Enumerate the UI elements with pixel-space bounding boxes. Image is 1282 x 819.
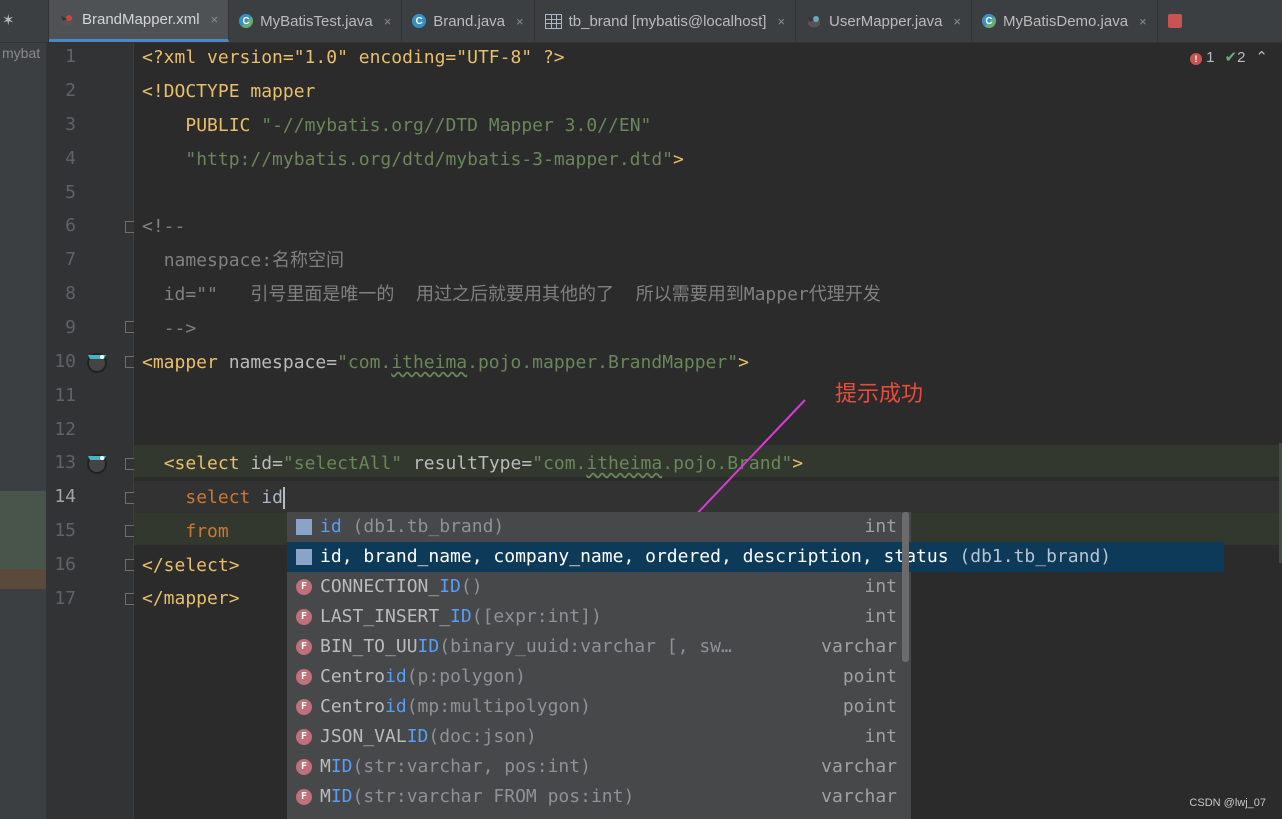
line-number: 16	[54, 554, 76, 575]
completion-type: int	[864, 576, 897, 597]
project-panel: mybat	[0, 43, 46, 819]
code-line-3: PUBLIC "-//mybatis.org//DTD Mapper 3.0//…	[185, 115, 652, 136]
tab-mybatisdemo-java[interactable]: C MyBatisDemo.java ×	[972, 0, 1158, 42]
tab-label: UserMapper.java	[829, 12, 943, 30]
line-number: 6	[65, 215, 76, 236]
tab-brandmapper-xml[interactable]: BrandMapper.xml ×	[49, 0, 230, 42]
line-number: 9	[65, 317, 76, 338]
line-number: 1	[65, 46, 76, 67]
completion-text: id, brand_name, company_name, ordered, d…	[320, 546, 1112, 567]
line-number: 12	[54, 419, 76, 440]
tab-label: MyBatisTest.java	[260, 12, 373, 30]
completion-item[interactable]: F CONNECTION_ID() int	[287, 572, 1224, 602]
close-icon[interactable]: ×	[1139, 14, 1147, 29]
annotation-text: 提示成功	[835, 381, 924, 406]
completion-item[interactable]: id, brand_name, company_name, ordered, d…	[287, 542, 1224, 572]
line-number: 17	[54, 588, 76, 609]
error-icon: !	[1189, 52, 1202, 65]
code-line-7: namespace:名称空间	[163, 250, 345, 271]
watermark: CSDN @lwj_07	[1189, 797, 1266, 809]
tab-label: tb_brand [mybatis@localhost]	[568, 12, 767, 30]
check-icon: ✔	[1224, 49, 1238, 66]
code-line-14: select id	[185, 487, 285, 509]
chevron-up-icon[interactable]: ⌃	[1255, 48, 1268, 66]
mybatis-bird-icon	[808, 16, 821, 28]
code-completion-popup[interactable]: id (db1.tb_brand) int id, brand_name, comp…	[287, 512, 1224, 819]
code-line-17: </mapper>	[142, 588, 240, 609]
completion-item[interactable]: id (db1.tb_brand) int	[287, 512, 1224, 542]
code-line-4: "http://mybatis.org/dtd/mybatis-3-mapper…	[185, 149, 684, 170]
tab-label: MyBatisDemo.java	[1003, 12, 1129, 30]
line-number: 15	[54, 520, 76, 541]
completion-type: int	[864, 516, 897, 537]
completion-type: varchar	[821, 756, 897, 777]
code-line-15: from	[185, 521, 229, 542]
error-count[interactable]: ! 1	[1189, 49, 1215, 66]
tab-mybatistest-java[interactable]: C MyBatisTest.java ×	[229, 0, 403, 42]
completion-item[interactable]: F LAST_INSERT_ID([expr:int]) int	[287, 602, 1224, 632]
code-line-1: <?xml version="1.0" encoding="UTF-8" ?>	[142, 47, 565, 68]
code-line-2: <!DOCTYPE mapper	[142, 81, 316, 102]
code-line-6: <!--	[142, 216, 186, 237]
mybatis-bird-icon	[61, 14, 73, 26]
completion-item[interactable]: F JSON_VALID(doc:json) int	[287, 722, 1224, 752]
java-class-icon: C	[412, 14, 427, 28]
completion-item[interactable]: F Centroid(mp:multipolygon) point	[287, 692, 1224, 722]
tab-overflow-icon[interactable]	[1158, 0, 1192, 42]
tab-label: Brand.java	[433, 12, 506, 30]
code-line-16: </select>	[142, 555, 240, 576]
project-label[interactable]: mybat	[0, 45, 46, 61]
completion-item[interactable]: F MID(str:varchar FROM pos:int) varchar	[287, 782, 1224, 812]
line-number: 3	[65, 114, 76, 135]
text-caret	[282, 487, 285, 509]
code-line-13: <select id="selectAll" resultType="com.i…	[163, 453, 804, 474]
completion-type: int	[864, 606, 897, 627]
line-number: 8	[65, 283, 76, 304]
code-line-10: <mapper namespace="com.itheima.pojo.mapp…	[142, 352, 749, 373]
line-number: 11	[54, 385, 76, 406]
close-icon[interactable]: ×	[777, 14, 785, 29]
column-list-icon	[296, 549, 312, 565]
popup-scrollbar[interactable]	[902, 512, 909, 662]
mybatis-navigate-icon[interactable]	[84, 348, 110, 374]
line-number: 13	[54, 452, 76, 473]
warning-count[interactable]: ✔2	[1225, 48, 1246, 66]
line-number: 7	[65, 249, 76, 270]
java-class-icon: C	[239, 14, 254, 28]
completion-type: int	[864, 726, 897, 747]
completion-item[interactable]: F BIN_TO_UUID(binary_uuid:varchar [, sw… v…	[287, 632, 1224, 662]
line-number-current: 14	[54, 486, 76, 507]
java-class-icon: C	[982, 14, 997, 28]
editor-gutter: 1 2 3 4 5 6 7 8 9 10 11 12 13 14 15 16 1…	[46, 43, 137, 819]
close-icon[interactable]: ×	[516, 14, 524, 29]
code-line-9: -->	[163, 318, 197, 339]
line-number: 2	[65, 80, 76, 101]
completion-type: point	[842, 696, 897, 717]
close-icon[interactable]: ×	[384, 14, 392, 29]
completion-type: varchar	[821, 636, 897, 657]
tab-tb-brand[interactable]: tb_brand [mybatis@localhost] ×	[535, 0, 797, 42]
code-line-8: id="" 引号里面是唯一的 用过之后就要用其他的了 所以需要用到Mapper代…	[163, 284, 881, 305]
tab-label: BrandMapper.xml	[82, 11, 200, 28]
inspection-widget[interactable]: ! 1 ✔2 ⌃	[1189, 48, 1268, 66]
close-icon[interactable]: ×	[211, 12, 219, 27]
tab-bar-overflow[interactable]: ✶	[0, 0, 49, 42]
line-number: 4	[65, 148, 76, 169]
tab-brand-java[interactable]: C Brand.java ×	[402, 0, 535, 42]
completion-type: varchar	[821, 786, 897, 807]
completion-item[interactable]: F Centroid(p:polygon) point	[287, 662, 1224, 692]
line-number: 10	[54, 351, 76, 372]
line-number: 5	[65, 182, 76, 203]
close-icon[interactable]: ×	[953, 14, 961, 29]
table-icon	[544, 13, 562, 29]
mybatis-navigate-icon[interactable]	[84, 449, 110, 475]
completion-item[interactable]: F MID(str:varchar, pos:int) varchar	[287, 752, 1224, 782]
editor-tab-bar: ✶ BrandMapper.xml × C MyBatisTest.java ×…	[0, 0, 1282, 43]
completion-type: point	[842, 666, 897, 687]
tab-usermapper-java[interactable]: UserMapper.java ×	[796, 0, 973, 42]
